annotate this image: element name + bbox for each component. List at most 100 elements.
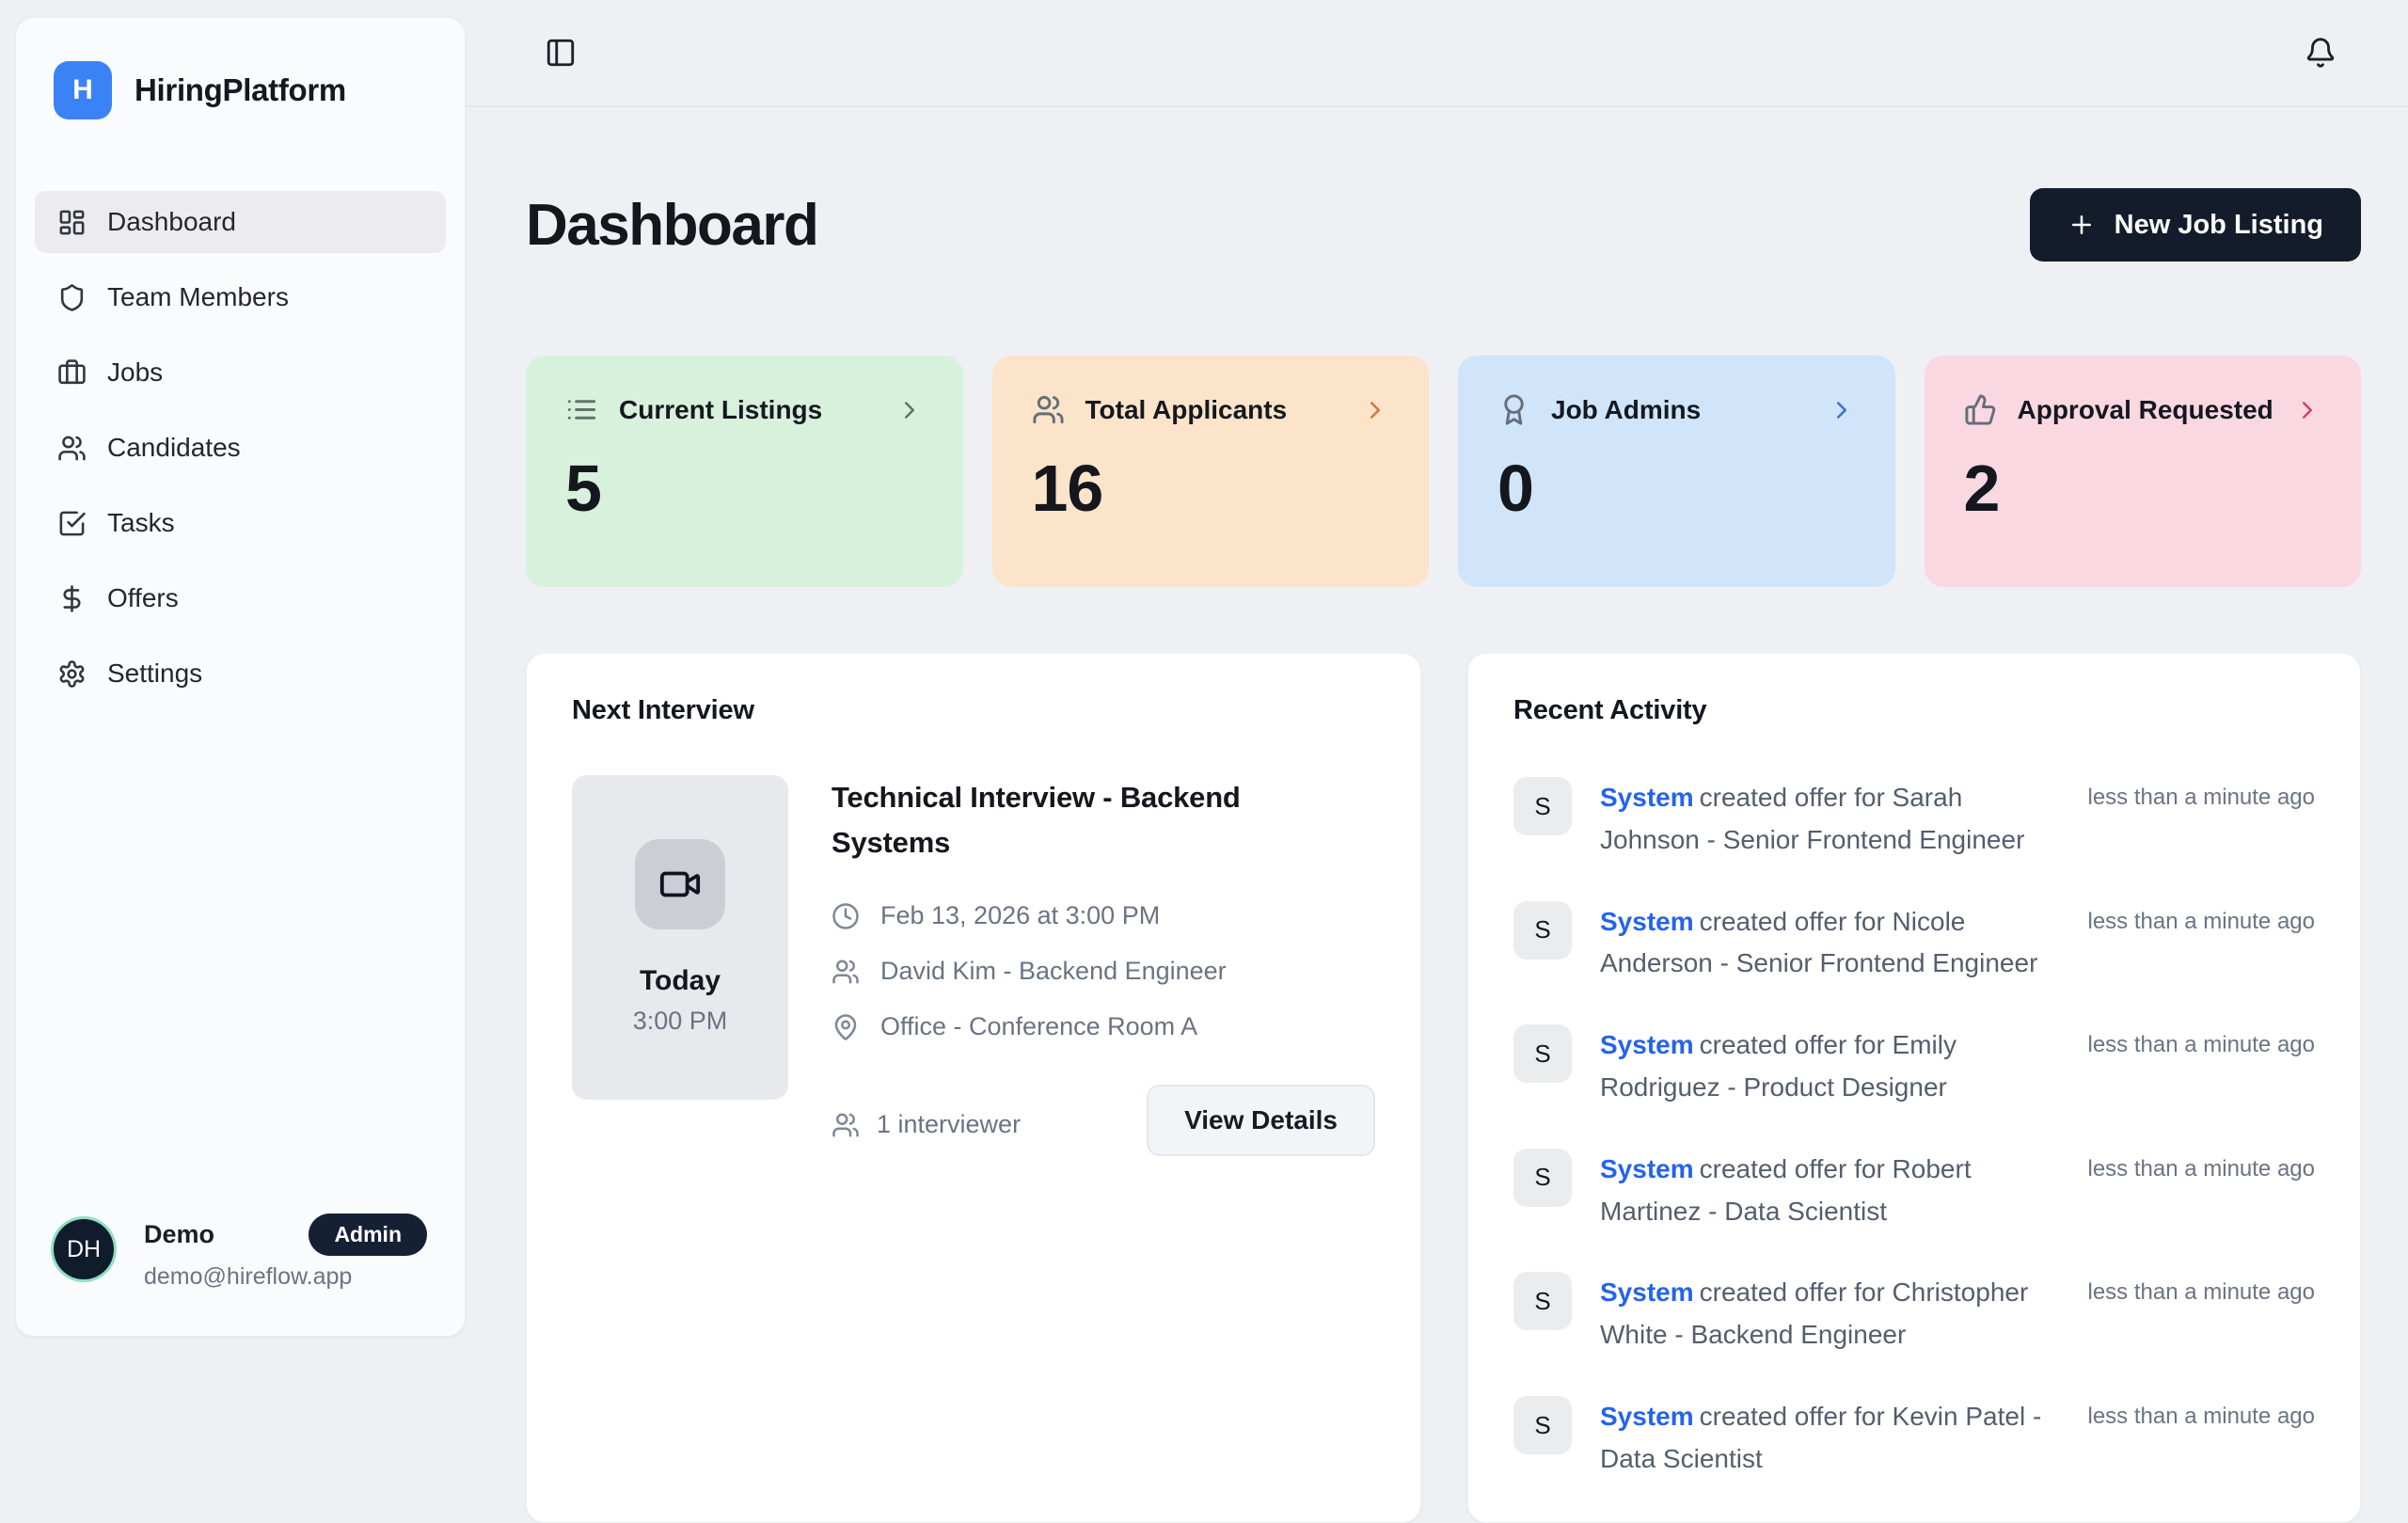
sidebar-item-dashboard[interactable]: Dashboard <box>35 191 446 253</box>
activity-avatar: S <box>1513 1396 1572 1454</box>
activity-actor: System <box>1600 1402 1694 1431</box>
user-email: demo@hireflow.app <box>144 1263 427 1291</box>
recent-activity-heading: Recent Activity <box>1513 695 2315 726</box>
interview-datetime-row: Feb 13, 2026 at 3:00 PM <box>832 901 1375 930</box>
activity-avatar: S <box>1513 1149 1572 1207</box>
stat-label: Approval Requested <box>2018 395 2273 425</box>
sidebar-item-label: Team Members <box>107 282 289 312</box>
new-job-listing-button[interactable]: New Job Listing <box>2030 188 2361 262</box>
sidebar-nav: Dashboard Team Members Jobs Candidates T… <box>16 191 465 705</box>
activity-text: Systemcreated offer for Nicole Anderson … <box>1600 901 2060 986</box>
activity-list-item: S Systemcreated offer for Sarah Johnson … <box>1513 777 2315 862</box>
stat-value: 16 <box>1032 451 1390 526</box>
stat-label: Job Admins <box>1551 395 1701 425</box>
user-info: Demo Admin demo@hireflow.app <box>144 1214 427 1291</box>
activity-timestamp: less than a minute ago <box>2088 1396 2316 1481</box>
users-icon <box>57 434 87 463</box>
shield-icon <box>57 283 87 312</box>
activity-actor: System <box>1600 783 1694 812</box>
stat-value: 2 <box>1964 451 2322 526</box>
sidebar-item-label: Jobs <box>107 357 163 388</box>
chevron-right-icon <box>1828 396 1856 424</box>
sidebar: H HiringPlatform Dashboard Team Members … <box>15 17 466 1337</box>
sidebar-item-jobs[interactable]: Jobs <box>35 341 446 404</box>
activity-timestamp: less than a minute ago <box>2088 777 2316 862</box>
sidebar-item-label: Offers <box>107 583 179 613</box>
interviewer-count: 1 interviewer <box>832 1110 1021 1156</box>
role-badge: Admin <box>309 1214 427 1256</box>
activity-actor: System <box>1600 1277 1694 1307</box>
content: Dashboard New Job Listing Current Listin… <box>466 152 2408 1499</box>
dollar-icon <box>57 584 87 613</box>
video-camera-icon <box>658 863 702 906</box>
activity-avatar: S <box>1513 901 1572 960</box>
interview-date-tile: Today 3:00 PM <box>572 775 788 1100</box>
activity-text: Systemcreated offer for Emily Rodriguez … <box>1600 1024 2060 1109</box>
activity-list: S Systemcreated offer for Sarah Johnson … <box>1513 777 2315 1481</box>
users-icon <box>1032 393 1065 426</box>
stat-card-job-admins[interactable]: Job Admins 0 <box>1458 356 1895 587</box>
map-pin-icon <box>832 1013 860 1041</box>
chevron-right-icon <box>895 396 924 424</box>
bell-icon <box>2305 37 2337 69</box>
recent-activity-card: Recent Activity S Systemcreated offer fo… <box>1467 653 2361 1523</box>
sidebar-item-team-members[interactable]: Team Members <box>35 266 446 328</box>
interview-title: Technical Interview - Backend Systems <box>832 775 1302 865</box>
sidebar-item-tasks[interactable]: Tasks <box>35 492 446 554</box>
activity-text: Systemcreated offer for Christopher Whit… <box>1600 1272 2060 1356</box>
interview-person-row: David Kim - Backend Engineer <box>832 957 1375 986</box>
plus-icon <box>2067 211 2096 239</box>
activity-list-item: S Systemcreated offer for Kevin Patel - … <box>1513 1396 2315 1481</box>
stat-label: Total Applicants <box>1085 395 1288 425</box>
user-name: Demo <box>144 1220 214 1249</box>
briefcase-icon <box>57 358 87 388</box>
notifications-button[interactable] <box>2299 31 2342 74</box>
activity-timestamp: less than a minute ago <box>2088 1272 2316 1356</box>
thumbs-up-icon <box>1964 393 1997 426</box>
activity-list-item: S Systemcreated offer for Emily Rodrigue… <box>1513 1024 2315 1109</box>
sidebar-item-label: Tasks <box>107 508 175 538</box>
view-details-button[interactable]: View Details <box>1147 1085 1375 1156</box>
activity-timestamp: less than a minute ago <box>2088 1149 2316 1233</box>
stat-value: 5 <box>565 451 924 526</box>
sidebar-item-candidates[interactable]: Candidates <box>35 417 446 479</box>
activity-actor: System <box>1600 1030 1694 1059</box>
topbar <box>466 0 2408 107</box>
interview-location-row: Office - Conference Room A <box>832 1012 1375 1041</box>
user-menu[interactable]: DH Demo Admin demo@hireflow.app <box>16 1214 465 1336</box>
check-square-icon <box>57 509 87 538</box>
brand-logo: H <box>54 61 112 119</box>
main-area: Dashboard New Job Listing Current Listin… <box>466 0 2408 1355</box>
page-title: Dashboard <box>526 192 817 259</box>
interview-time: 3:00 PM <box>633 1007 728 1036</box>
gear-icon <box>57 659 87 689</box>
avatar: DH <box>54 1219 114 1279</box>
award-icon <box>1497 393 1530 426</box>
sidebar-item-label: Candidates <box>107 433 241 463</box>
activity-text: Systemcreated offer for Robert Martinez … <box>1600 1149 2060 1233</box>
stat-value: 0 <box>1497 451 1856 526</box>
activity-list-item: S Systemcreated offer for Robert Martine… <box>1513 1149 2315 1233</box>
brand-name: HiringPlatform <box>135 72 346 108</box>
stat-label: Current Listings <box>619 395 822 425</box>
stat-card-current-listings[interactable]: Current Listings 5 <box>526 356 963 587</box>
activity-avatar: S <box>1513 1272 1572 1330</box>
activity-avatar: S <box>1513 777 1572 835</box>
activity-avatar: S <box>1513 1024 1572 1083</box>
panel-left-icon <box>545 37 577 69</box>
sidebar-item-offers[interactable]: Offers <box>35 567 446 629</box>
interview-day: Today <box>640 965 721 997</box>
sidebar-item-settings[interactable]: Settings <box>35 643 446 705</box>
users-icon <box>832 958 860 986</box>
stat-cards: Current Listings 5 Total Applicants 16 J… <box>526 356 2361 587</box>
chevron-right-icon <box>1361 396 1389 424</box>
activity-list-item: S Systemcreated offer for Christopher Wh… <box>1513 1272 2315 1356</box>
activity-text: Systemcreated offer for Sarah Johnson - … <box>1600 777 2060 862</box>
activity-actor: System <box>1600 1154 1694 1183</box>
activity-list-item: S Systemcreated offer for Nicole Anderso… <box>1513 901 2315 986</box>
next-interview-card: Next Interview Today 3:00 PM Technical I… <box>526 653 1421 1523</box>
stat-card-approval-requested[interactable]: Approval Requested 2 <box>1925 356 2362 587</box>
sidebar-toggle-button[interactable] <box>539 31 582 74</box>
stat-card-total-applicants[interactable]: Total Applicants 16 <box>992 356 1430 587</box>
activity-text: Systemcreated offer for Kevin Patel - Da… <box>1600 1396 2060 1481</box>
